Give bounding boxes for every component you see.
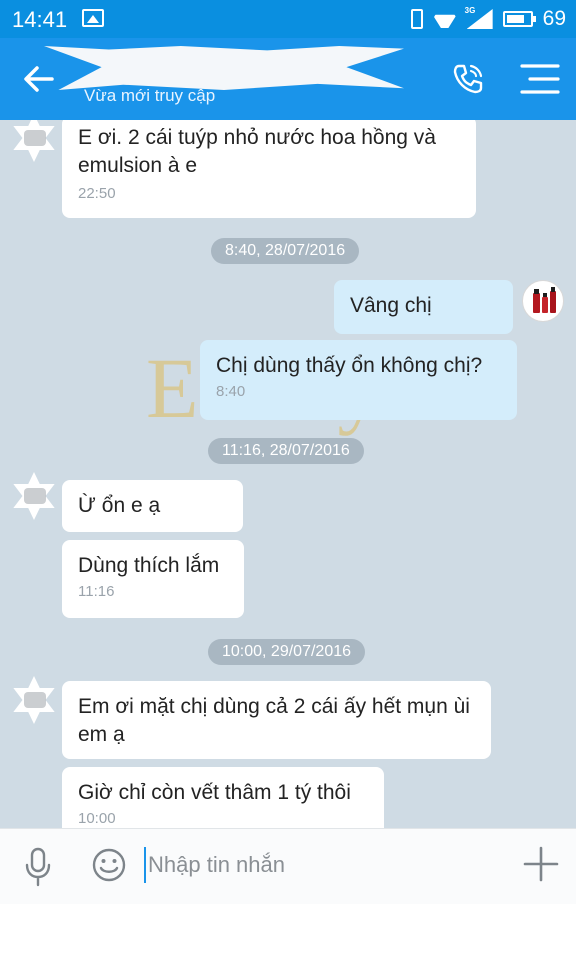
chat-message-area[interactable]: Edally EX E ơi. 2 cái tuýp nhỏ nước hoa …	[0, 120, 576, 828]
date-separator: 10:00, 29/07/2016	[208, 639, 366, 665]
product-avatar-image	[533, 287, 556, 313]
contact-avatar[interactable]	[10, 676, 58, 724]
plus-icon[interactable]	[522, 845, 560, 883]
message-bubble-outgoing[interactable]: Vâng chị	[334, 280, 513, 334]
status-icons: 3G 69	[410, 6, 566, 31]
emoji-icon[interactable]	[91, 847, 127, 883]
date-separator: 11:16, 28/07/2016	[208, 438, 364, 464]
message-bubble[interactable]: E ơi. 2 cái tuýp nhỏ nước hoa hồng và em…	[62, 120, 476, 218]
keyboard-area-blank	[0, 904, 576, 960]
contact-avatar[interactable]	[10, 472, 58, 520]
message-input-bar	[0, 828, 576, 904]
message-time: 11:16	[78, 583, 115, 600]
message-text: Dùng thích lắm	[78, 554, 220, 577]
vibrate-icon	[410, 9, 423, 29]
battery-icon	[502, 11, 536, 27]
message-text: E ơi. 2 cái tuýp nhỏ nước hoa hồng và em…	[78, 126, 436, 177]
message-text: Giờ chỉ còn vết thâm 1 tý thôi	[78, 781, 351, 804]
message-bubble[interactable]: Giờ chỉ còn vết thâm 1 tý thôi 10:00	[62, 767, 384, 828]
message-bubble-outgoing[interactable]: Chị dùng thấy ổn không chị? 8:40	[200, 340, 517, 420]
status-bar: 14:41 3G 69	[0, 0, 576, 38]
message-text: Vâng chị	[350, 294, 432, 317]
message-time: 22:50	[78, 185, 116, 202]
my-avatar[interactable]	[522, 280, 564, 322]
menu-icon[interactable]	[520, 63, 560, 95]
signal-icon: 3G	[464, 6, 493, 29]
message-text: Chị dùng thấy ổn không chị?	[216, 354, 483, 377]
battery-percent: 69	[542, 7, 566, 30]
message-time: 10:00	[78, 810, 116, 827]
mic-icon[interactable]	[24, 847, 52, 887]
image-icon	[82, 9, 104, 27]
message-bubble[interactable]: Em ơi mặt chị dùng cả 2 cái ấy hết mụn ù…	[62, 681, 491, 759]
contact-name-redacted[interactable]	[44, 46, 404, 90]
chat-header: Vừa mới truy cập	[0, 38, 576, 120]
date-separator: 8:40, 28/07/2016	[211, 238, 360, 264]
contact-status: Vừa mới truy cập	[84, 86, 216, 105]
message-text: Em ơi mặt chị dùng cả 2 cái ấy hết mụn ù…	[78, 695, 470, 746]
phone-call-icon[interactable]	[451, 62, 485, 96]
status-time: 14:41	[12, 7, 68, 32]
message-bubble[interactable]: Dùng thích lắm 11:16	[62, 540, 244, 618]
wifi-icon	[433, 10, 457, 28]
back-arrow-icon[interactable]	[22, 62, 56, 96]
network-type-label: 3G	[464, 6, 476, 15]
message-input[interactable]	[144, 847, 474, 883]
contact-avatar[interactable]	[10, 120, 58, 162]
message-text: Ừ ổn e ạ	[78, 494, 161, 517]
message-bubble[interactable]: Ừ ổn e ạ	[62, 480, 243, 532]
message-time: 8:40	[216, 383, 246, 400]
